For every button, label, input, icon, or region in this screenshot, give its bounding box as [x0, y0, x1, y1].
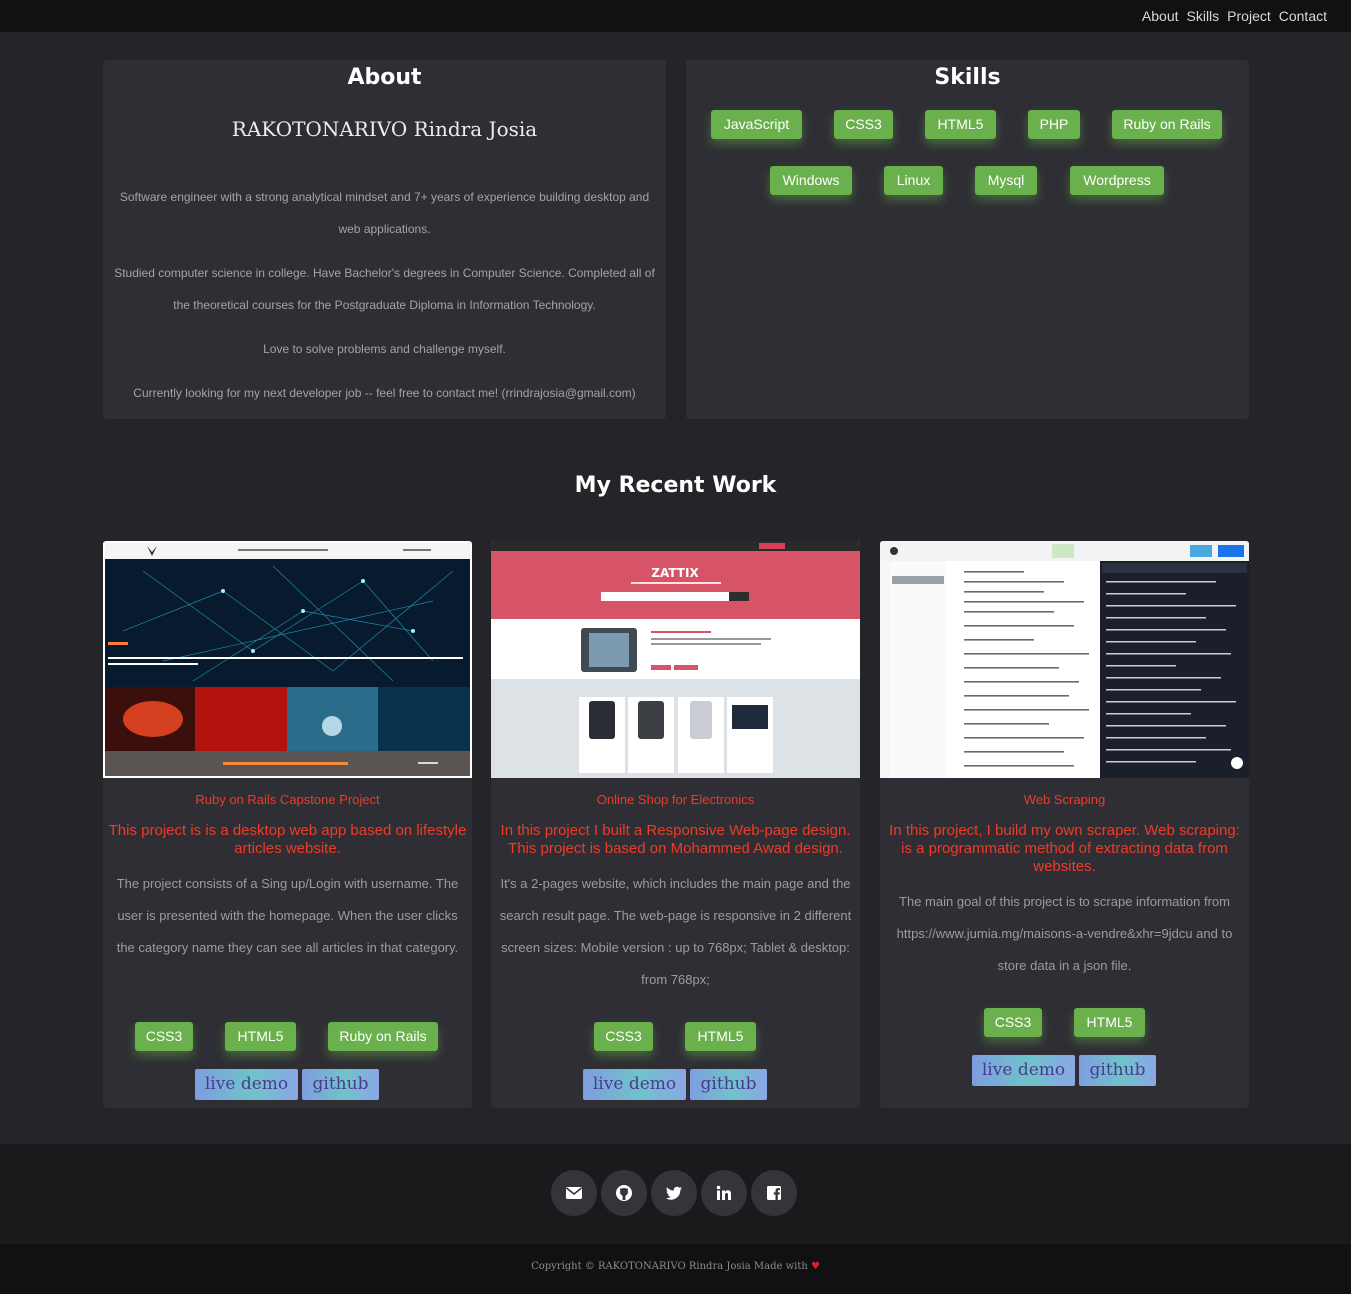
skill-chip-windows: Windows: [770, 166, 852, 195]
copyright-bar: Copyright © RAKOTONARIVO Rindra Josia Ma…: [0, 1244, 1351, 1294]
project-2-screenshot[interactable]: ZATTIX: [491, 541, 860, 778]
recent-work-title: My Recent Work: [574, 473, 777, 498]
twitter-icon: [666, 1186, 682, 1200]
nav-about[interactable]: About: [1142, 8, 1179, 24]
skill-chip-wordpress: Wordpress: [1070, 166, 1164, 195]
project-3-lead: In this project, I build my own scraper.…: [889, 822, 1240, 875]
project-card-3: Web Scraping In this project, I build my…: [880, 541, 1249, 1108]
project-2-description: It's a 2-pages website, which includes t…: [499, 876, 852, 987]
project-3-tag-css3: CSS3: [984, 1008, 1042, 1037]
project-3-tag-html5: HTML5: [1074, 1008, 1145, 1037]
copyright-text: Copyright © RAKOTONARIVO Rindra Josia Ma…: [531, 1261, 808, 1272]
project-1-tag-css3: CSS3: [135, 1022, 193, 1051]
heart-icon: ♥: [810, 1261, 820, 1272]
project-3-name: Web Scraping: [1023, 792, 1106, 807]
nav-contact[interactable]: Contact: [1279, 8, 1327, 24]
skill-chip-ruby-on-rails: Ruby on Rails: [1112, 110, 1222, 139]
about-title: About: [347, 65, 422, 90]
facebook-link[interactable]: [751, 1170, 797, 1216]
copyright: Copyright © RAKOTONARIVO Rindra Josia Ma…: [0, 1261, 1351, 1272]
skill-chip-php: PHP: [1028, 110, 1080, 139]
project-3-screenshot[interactable]: [880, 541, 1249, 778]
about-paragraph-3: Love to solve problems and challenge mys…: [263, 342, 506, 356]
about-paragraph-4: Currently looking for my next developer …: [133, 386, 636, 400]
project-3-github-button[interactable]: github: [1079, 1055, 1156, 1086]
github-link[interactable]: [601, 1170, 647, 1216]
twitter-link[interactable]: [651, 1170, 697, 1216]
about-paragraph-2: Studied computer science in college. Hav…: [114, 266, 655, 312]
skills-title: Skills: [934, 65, 1001, 90]
project-3-live-demo-button[interactable]: live demo: [972, 1055, 1075, 1086]
project-card-2: ZATTIX Online Shop for Electronics In th…: [491, 541, 860, 1108]
project-1-live-demo-button[interactable]: live demo: [195, 1069, 298, 1100]
linkedin-link[interactable]: [701, 1170, 747, 1216]
project-1-lead: This project is is a desktop web app bas…: [108, 822, 467, 857]
project-2-live-demo-button[interactable]: live demo: [583, 1069, 686, 1100]
email-link[interactable]: [551, 1170, 597, 1216]
project-2-tag-html5: HTML5: [685, 1022, 756, 1051]
about-name: RAKOTONARIVO Rindra Josia: [231, 117, 538, 141]
github-icon: [616, 1185, 632, 1201]
envelope-icon: [566, 1187, 582, 1199]
about-panel: About RAKOTONARIVO Rindra Josia Software…: [103, 60, 666, 419]
project-1-tag-html5: HTML5: [225, 1022, 296, 1051]
about-paragraph-1: Software engineer with a strong analytic…: [119, 190, 650, 236]
nav-skills[interactable]: Skills: [1187, 8, 1220, 24]
project-1-screenshot[interactable]: [103, 541, 472, 778]
skills-panel: Skills JavaScript CSS3 HTML5 PHP Ruby on…: [686, 60, 1249, 419]
nav-project[interactable]: Project: [1227, 8, 1271, 24]
project-1-tag-ruby-on-rails: Ruby on Rails: [328, 1022, 438, 1051]
skill-chip-linux: Linux: [884, 166, 943, 195]
linkedin-icon: [716, 1185, 731, 1200]
project-1-description: The project consists of a Sing up/Login …: [116, 876, 459, 955]
project-2-name: Online Shop for Electronics: [596, 792, 755, 807]
skill-chip-html5: HTML5: [925, 110, 996, 139]
skill-chip-javascript: JavaScript: [711, 110, 802, 139]
project-card-1: Ruby on Rails Capstone Project This proj…: [103, 541, 472, 1108]
project-2-lead: In this project I built a Responsive Web…: [500, 822, 851, 857]
project-2-github-button[interactable]: github: [690, 1069, 767, 1100]
footer-social-band: [0, 1144, 1351, 1244]
project-3-description: The main goal of this project is to scra…: [896, 894, 1233, 973]
project-1-name: Ruby on Rails Capstone Project: [195, 792, 380, 807]
top-nav: About Skills Project Contact: [0, 0, 1351, 32]
skill-chip-css3: CSS3: [834, 110, 893, 139]
skill-chip-mysql: Mysql: [975, 166, 1037, 195]
project-1-github-button[interactable]: github: [302, 1069, 379, 1100]
nav-links: About Skills Project Contact: [1142, 8, 1327, 24]
zattix-brand: ZATTIX: [651, 566, 699, 580]
project-2-tag-css3: CSS3: [594, 1022, 653, 1051]
facebook-icon: [767, 1186, 781, 1200]
